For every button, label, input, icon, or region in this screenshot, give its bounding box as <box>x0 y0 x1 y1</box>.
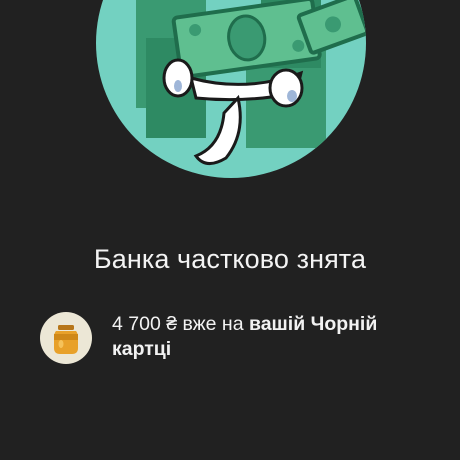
page-title: Банка частково знята <box>93 244 367 274</box>
card-name-part-1: вашій Чорній <box>248 313 378 335</box>
withdrawal-info: 4 700 ₴ вже на вашій Чорній картці <box>40 312 420 368</box>
card-name-part-2: картці <box>112 338 172 360</box>
cat-with-money-icon <box>136 0 366 165</box>
withdrawal-message: 4 700 ₴ вже на вашій Чорній картці <box>112 312 412 362</box>
hero-illustration <box>96 0 366 178</box>
withdrawal-amount: 4 700 ₴ вже на <box>112 313 244 335</box>
honey-jar-icon <box>40 312 92 364</box>
